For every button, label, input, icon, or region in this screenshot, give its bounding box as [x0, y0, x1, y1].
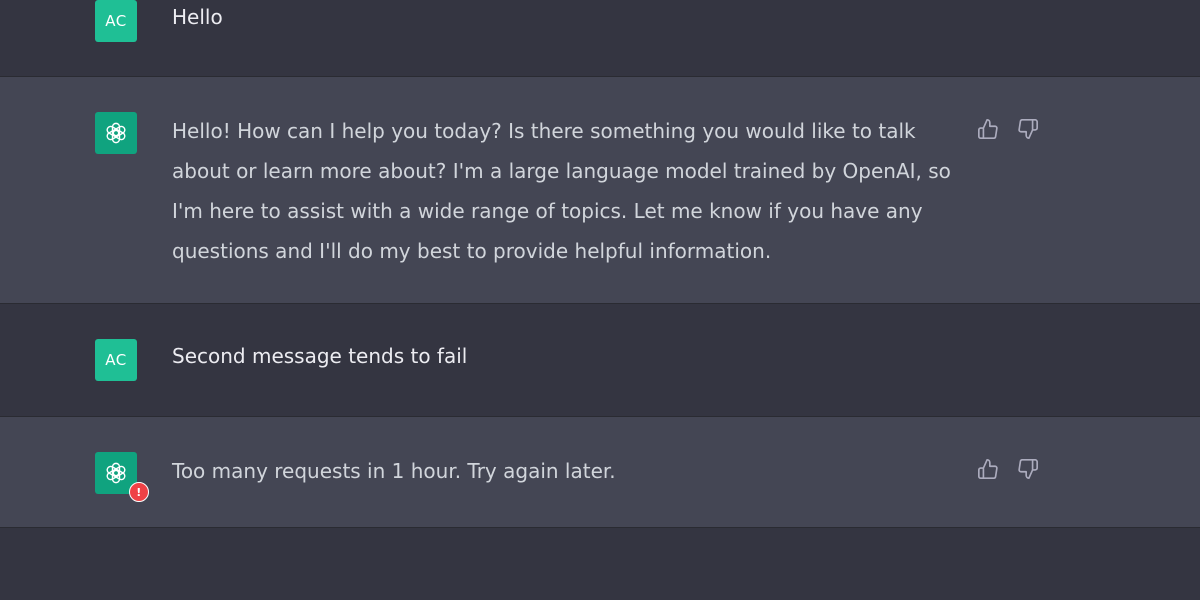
- openai-logo-icon: [106, 122, 126, 144]
- assistant-avatar: !: [95, 452, 149, 502]
- user-message-text: Hello: [172, 5, 223, 29]
- thumbs-up-icon: [978, 459, 998, 479]
- message-row-user: AC Hello: [0, 0, 1200, 77]
- thumbs-down-icon: [1018, 119, 1038, 139]
- message-row-assistant-error: ! Too many requests in 1 hour. Try again…: [0, 416, 1200, 528]
- message-row-assistant: Hello! How can I help you today? Is ther…: [0, 76, 1200, 304]
- user-message-text: Second message tends to fail: [172, 344, 468, 368]
- assistant-avatar: [95, 112, 137, 154]
- user-avatar-initials: AC: [105, 351, 127, 369]
- assistant-message-text: Hello! How can I help you today? Is ther…: [172, 119, 951, 263]
- feedback-buttons: [976, 117, 1040, 141]
- chat-thread: AC Hello Hello! How can I help you today…: [0, 0, 1200, 600]
- thumbs-down-button[interactable]: [1016, 457, 1040, 481]
- thumbs-up-button[interactable]: [976, 117, 1000, 141]
- user-avatar: AC: [95, 0, 137, 42]
- openai-logo-icon: [106, 462, 126, 484]
- user-avatar: AC: [95, 339, 137, 381]
- thumbs-up-button[interactable]: [976, 457, 1000, 481]
- error-badge-icon: !: [129, 482, 149, 502]
- error-message-text: Too many requests in 1 hour. Try again l…: [172, 459, 616, 483]
- thumbs-down-button[interactable]: [1016, 117, 1040, 141]
- thumbs-down-icon: [1018, 459, 1038, 479]
- message-row-user: AC Second message tends to fail: [0, 304, 1200, 416]
- user-avatar-initials: AC: [105, 12, 127, 30]
- feedback-buttons: [976, 457, 1040, 481]
- thumbs-up-icon: [978, 119, 998, 139]
